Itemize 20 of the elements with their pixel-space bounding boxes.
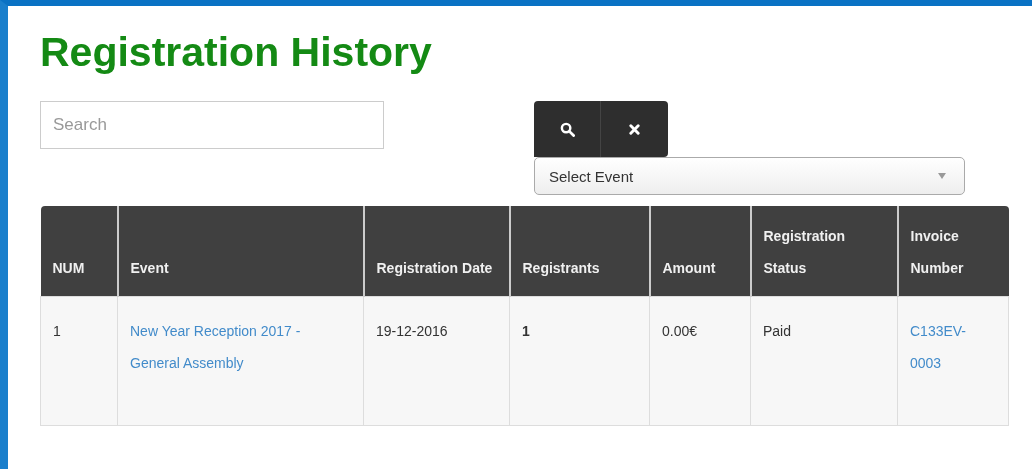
table-cell: 0.00€ xyxy=(662,323,698,339)
column-header: Event xyxy=(130,259,170,278)
column-header: NUM xyxy=(52,259,86,278)
search-button[interactable] xyxy=(534,101,601,157)
event-select[interactable]: Select Event xyxy=(534,157,965,195)
close-icon xyxy=(629,123,640,135)
table-cell: 19-12-2016 xyxy=(376,323,448,339)
table-cell: 1 xyxy=(522,323,530,339)
clear-button[interactable] xyxy=(601,101,668,157)
page-title: Registration History xyxy=(40,28,433,76)
table-cell: Paid xyxy=(763,323,792,339)
search-field[interactable]: Search xyxy=(40,101,384,149)
column-header: Registration Date xyxy=(376,259,494,278)
column-header: Registration Status xyxy=(763,227,847,278)
column-header: Invoice Number xyxy=(910,227,965,278)
column-header: Registrants xyxy=(522,259,601,278)
search-icon xyxy=(559,121,575,137)
column-header: Amount xyxy=(662,259,717,278)
table-cell: 1 xyxy=(53,323,61,339)
caret-icon xyxy=(938,173,946,179)
